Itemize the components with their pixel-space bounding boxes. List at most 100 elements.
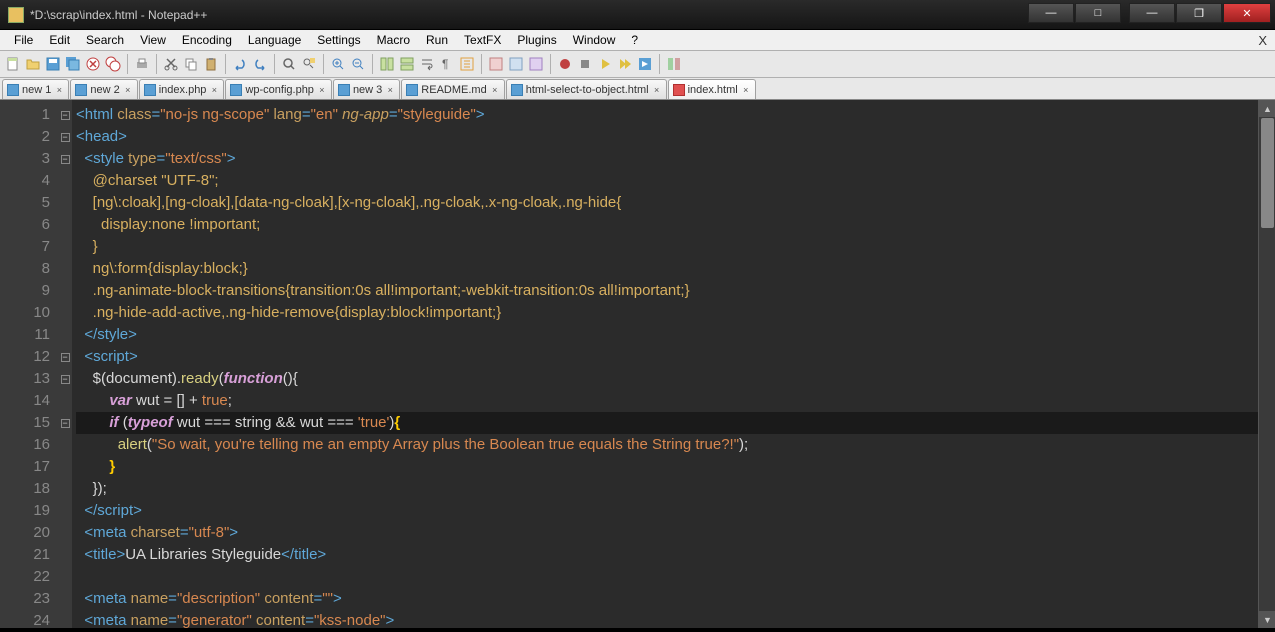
close-file-icon[interactable] [84,55,102,73]
close-all-icon[interactable] [104,55,122,73]
hidden-chars-icon[interactable]: ¶ [438,55,456,73]
tab-README-md[interactable]: README.md× [401,79,504,99]
new-file-icon[interactable] [4,55,22,73]
save-macro-icon[interactable] [636,55,654,73]
tab-html-select-to-object-html[interactable]: html-select-to-object.html× [506,79,667,99]
tab-index-php[interactable]: index.php× [139,79,225,99]
code-line[interactable]: <meta charset="utf-8"> [76,522,1258,544]
wrap-icon[interactable] [418,55,436,73]
scrollbar-thumb[interactable] [1261,118,1274,228]
tab-close-icon[interactable]: × [123,85,133,95]
save-all-icon[interactable] [64,55,82,73]
stop-macro-icon[interactable] [576,55,594,73]
vertical-scrollbar[interactable]: ▲ ▼ [1258,100,1275,628]
code-line[interactable]: </script> [76,500,1258,522]
restore-button[interactable]: ❐ [1176,3,1222,23]
code-line[interactable]: <html class="no-js ng-scope" lang="en" n… [76,104,1258,126]
indent-guide-icon[interactable] [458,55,476,73]
open-file-icon[interactable] [24,55,42,73]
code-line[interactable]: <script> [76,346,1258,368]
menu-textfx[interactable]: TextFX [456,31,509,49]
play-multi-icon[interactable] [616,55,634,73]
tab-new-3[interactable]: new 3× [333,79,400,99]
code-editor[interactable]: <html class="no-js ng-scope" lang="en" n… [72,100,1258,628]
menu-settings[interactable]: Settings [309,31,368,49]
code-line[interactable] [76,566,1258,588]
menu-run[interactable]: Run [418,31,456,49]
find-icon[interactable] [280,55,298,73]
menu-search[interactable]: Search [78,31,132,49]
zoom-out-icon[interactable] [349,55,367,73]
code-line[interactable]: } [76,236,1258,258]
paste-icon[interactable] [202,55,220,73]
tab-close-icon[interactable]: × [385,85,395,95]
record-macro-icon[interactable] [556,55,574,73]
code-line[interactable]: [ng\:cloak],[ng-cloak],[data-ng-cloak],[… [76,192,1258,214]
menu-view[interactable]: View [132,31,174,49]
fold-toggle-icon[interactable]: − [61,353,70,362]
tab-close-icon[interactable]: × [54,85,64,95]
zoom-in-icon[interactable] [329,55,347,73]
cut-icon[interactable] [162,55,180,73]
code-line[interactable]: var wut = [] + true; [76,390,1258,412]
fold-toggle-icon[interactable]: − [61,155,70,164]
code-line[interactable]: <head> [76,126,1258,148]
replace-icon[interactable] [300,55,318,73]
sync-v-icon[interactable] [378,55,396,73]
fold-toggle-icon[interactable]: − [61,133,70,142]
code-line[interactable]: display:none !important; [76,214,1258,236]
code-line[interactable]: </style> [76,324,1258,346]
fold-toggle-icon[interactable]: − [61,375,70,384]
tab-close-icon[interactable]: × [741,85,751,95]
code-line[interactable]: <meta name="description" content=""> [76,588,1258,610]
code-line[interactable]: <meta name="generator" content="kss-node… [76,610,1258,628]
menu-help[interactable]: ? [623,31,646,49]
menu-language[interactable]: Language [240,31,309,49]
tab-close-icon[interactable]: × [317,85,327,95]
tab-close-icon[interactable]: × [490,85,500,95]
code-line[interactable]: <style type="text/css"> [76,148,1258,170]
close-button[interactable]: ✕ [1223,3,1271,23]
menu-edit[interactable]: Edit [41,31,78,49]
scroll-up-arrow[interactable]: ▲ [1259,100,1275,117]
code-line[interactable]: @charset "UTF-8"; [76,170,1258,192]
save-icon[interactable] [44,55,62,73]
code-line[interactable]: }); [76,478,1258,500]
fold-toggle-icon[interactable]: − [61,419,70,428]
print-icon[interactable] [133,55,151,73]
tab-index-html[interactable]: index.html× [668,79,756,99]
sync-h-icon[interactable] [398,55,416,73]
menu-encoding[interactable]: Encoding [174,31,240,49]
menu-close-x[interactable]: X [1258,33,1267,48]
tab-close-icon[interactable]: × [652,85,662,95]
code-line[interactable]: if (typeof wut === string && wut === 'tr… [76,412,1258,434]
tab-close-icon[interactable]: × [209,85,219,95]
compare-icon[interactable] [665,55,683,73]
doc-map-icon[interactable] [527,55,545,73]
copy-icon[interactable] [182,55,200,73]
menu-plugins[interactable]: Plugins [509,31,564,49]
tab-new-2[interactable]: new 2× [70,79,137,99]
menu-macro[interactable]: Macro [369,31,418,49]
minimize-button[interactable]: — [1028,3,1074,23]
minimize-button-2[interactable]: — [1129,3,1175,23]
code-line[interactable]: $(document).ready(function(){ [76,368,1258,390]
code-line[interactable]: } [76,456,1258,478]
redo-icon[interactable] [251,55,269,73]
code-line[interactable]: <title>UA Libraries Styleguide</title> [76,544,1258,566]
lang-icon[interactable] [487,55,505,73]
undo-icon[interactable] [231,55,249,73]
tab-new-1[interactable]: new 1× [2,79,69,99]
code-line[interactable]: alert("So wait, you're telling me an emp… [76,434,1258,456]
code-line[interactable]: .ng-hide-add-active,.ng-hide-remove{disp… [76,302,1258,324]
maximize-button[interactable]: □ [1075,3,1121,23]
scroll-down-arrow[interactable]: ▼ [1259,611,1275,628]
menu-file[interactable]: File [6,31,41,49]
play-macro-icon[interactable] [596,55,614,73]
code-line[interactable]: .ng-animate-block-transitions{transition… [76,280,1258,302]
code-line[interactable]: ng\:form{display:block;} [76,258,1258,280]
tab-wp-config-php[interactable]: wp-config.php× [225,79,332,99]
menu-window[interactable]: Window [565,31,624,49]
function-list-icon[interactable] [507,55,525,73]
fold-toggle-icon[interactable]: − [61,111,70,120]
